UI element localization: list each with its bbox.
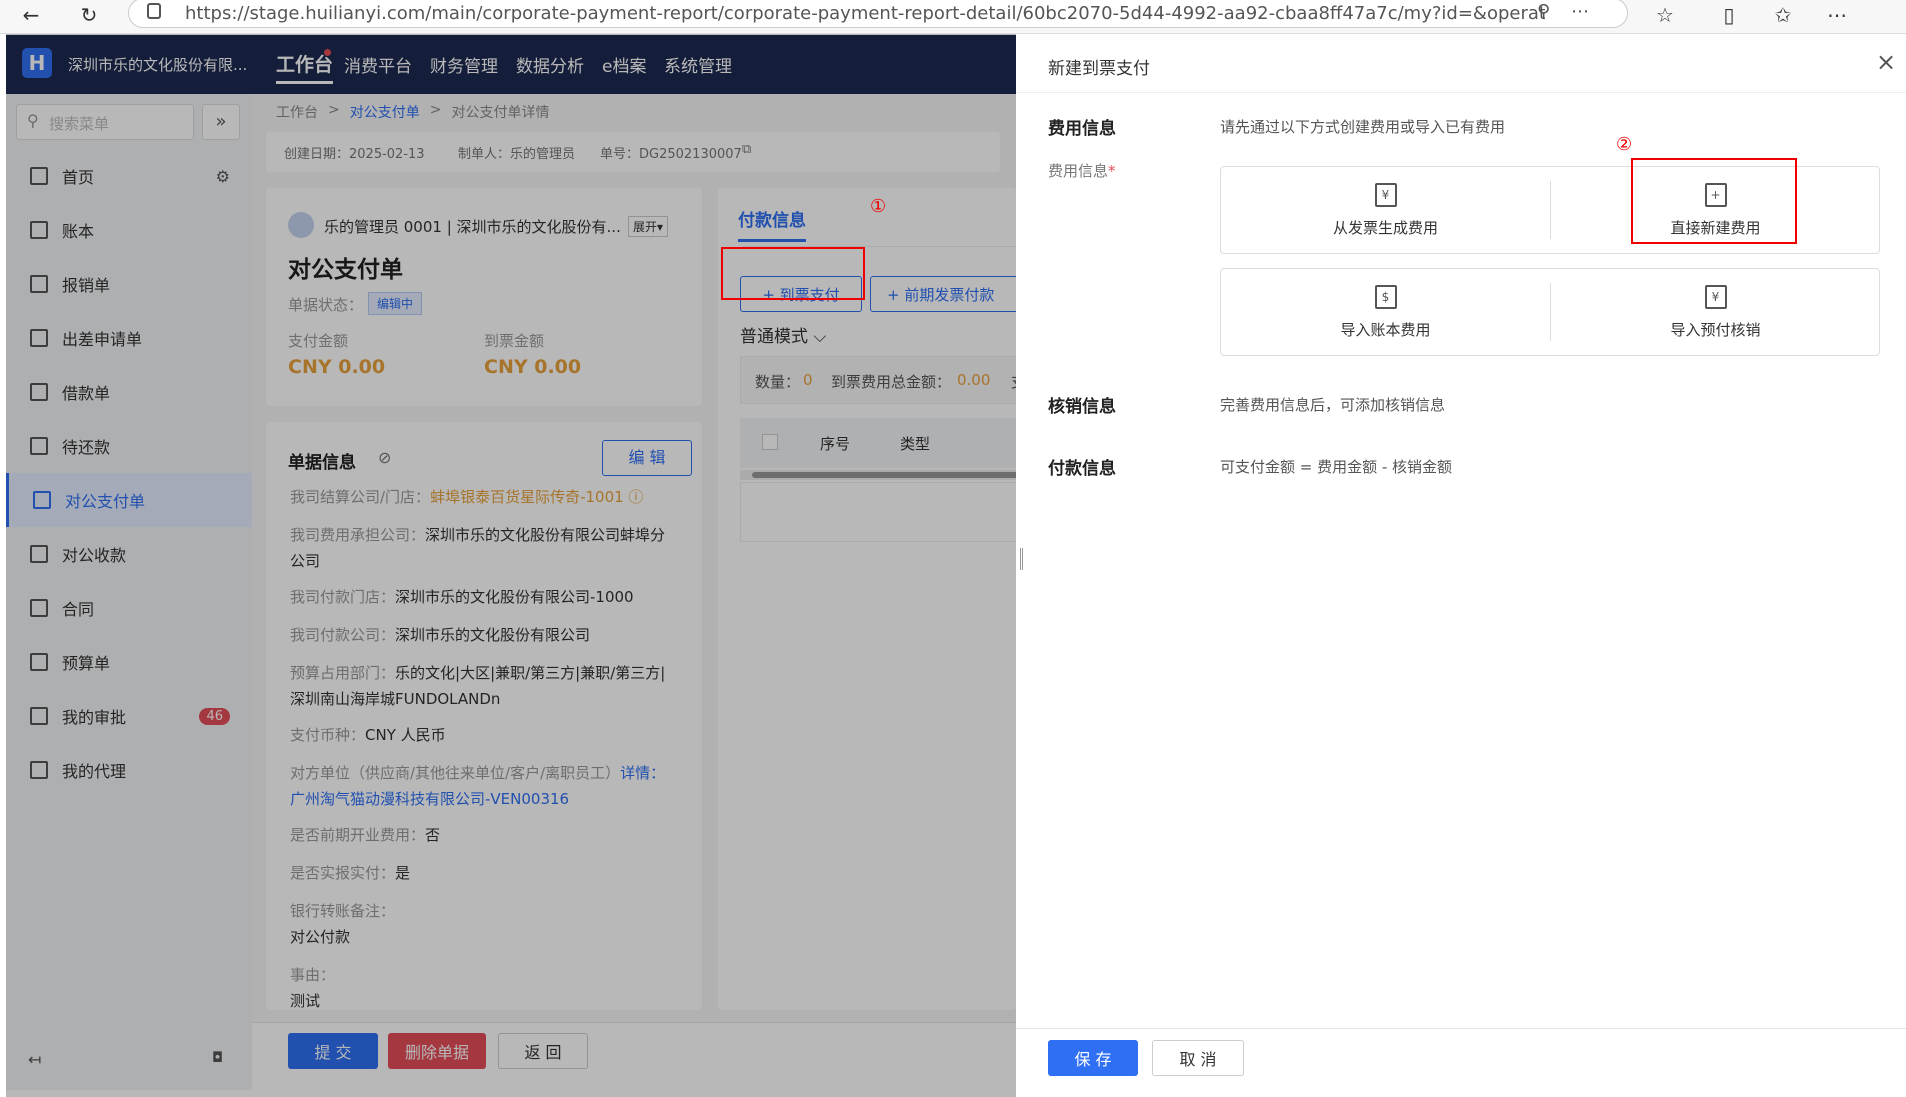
cancel-button[interactable]: 取 消: [1152, 1040, 1244, 1076]
split-screen-icon[interactable]: ▯: [1714, 2, 1744, 28]
drawer-title: 新建到票支付: [1048, 59, 1150, 79]
invoice-icon: ¥: [1374, 182, 1397, 207]
option-label: 导入账本费用: [1340, 320, 1431, 339]
refresh-icon[interactable]: ↻: [74, 2, 104, 28]
writeoff-section-hint: 完善费用信息后，可添加核销信息: [1220, 396, 1446, 414]
fee-label-text: 费用信息: [1048, 162, 1109, 180]
back-arrow-icon[interactable]: ←: [16, 2, 46, 28]
invoice-payment-drawer: 新建到票支付 × 费用信息 请先通过以下方式创建费用或导入已有费用 费用信息* …: [1016, 34, 1906, 1097]
writeoff-section-title: 核销信息: [1048, 397, 1116, 417]
fee-section-title: 费用信息: [1048, 119, 1116, 139]
option-label: 导入预付核销: [1670, 320, 1761, 339]
ledger-dollar-icon: $: [1374, 284, 1397, 309]
fee-option-row-2: $ 导入账本费用 ¥ 导入预付核销: [1220, 268, 1880, 356]
fee-field-label: 费用信息*: [1048, 160, 1116, 181]
address-bar[interactable]: https://stage.huilianyi.com/main/corpora…: [128, 0, 1628, 28]
modal-overlay[interactable]: [6, 34, 1016, 1097]
payment-section-hint: 可支付金额 = 费用金额 - 核销金额: [1220, 458, 1453, 476]
option-generate-from-invoice[interactable]: ¥ 从发票生成费用: [1221, 167, 1550, 253]
lock-icon: [147, 3, 161, 19]
option-label: 从发票生成费用: [1332, 218, 1438, 237]
highlight-box-2: [1631, 158, 1797, 244]
annotation-mark-1: ①: [870, 196, 887, 217]
save-button[interactable]: 保 存: [1048, 1040, 1138, 1076]
prepay-icon: ¥: [1704, 284, 1727, 309]
option-import-ledger[interactable]: $ 导入账本费用: [1221, 269, 1550, 355]
drawer-resize-handle[interactable]: [1020, 548, 1023, 570]
drawer-header-divider: [1016, 92, 1906, 93]
browser-menu-icon[interactable]: ⋯: [1822, 2, 1852, 28]
annotation-mark-2: ②: [1616, 134, 1633, 155]
required-mark: *: [1108, 162, 1116, 180]
zoom-icon[interactable]: ⚲: [1537, 1, 1550, 22]
more-icon[interactable]: ⋯: [1571, 1, 1589, 22]
favorite-star-icon[interactable]: ☆: [1650, 2, 1680, 28]
fee-section-hint: 请先通过以下方式创建费用或导入已有费用: [1220, 118, 1506, 136]
highlight-box-1: [721, 247, 865, 300]
url-text[interactable]: https://stage.huilianyi.com/main/corpora…: [185, 3, 1545, 24]
browser-toolbar: ← ↻ https://stage.huilianyi.com/main/cor…: [0, 0, 1906, 34]
payment-section-title: 付款信息: [1048, 459, 1116, 479]
option-import-prepay[interactable]: ¥ 导入预付核销: [1551, 269, 1880, 355]
favorites-list-icon[interactable]: ✩: [1768, 2, 1798, 28]
close-icon[interactable]: ×: [1876, 48, 1896, 76]
drawer-footer-divider: [1016, 1028, 1906, 1029]
